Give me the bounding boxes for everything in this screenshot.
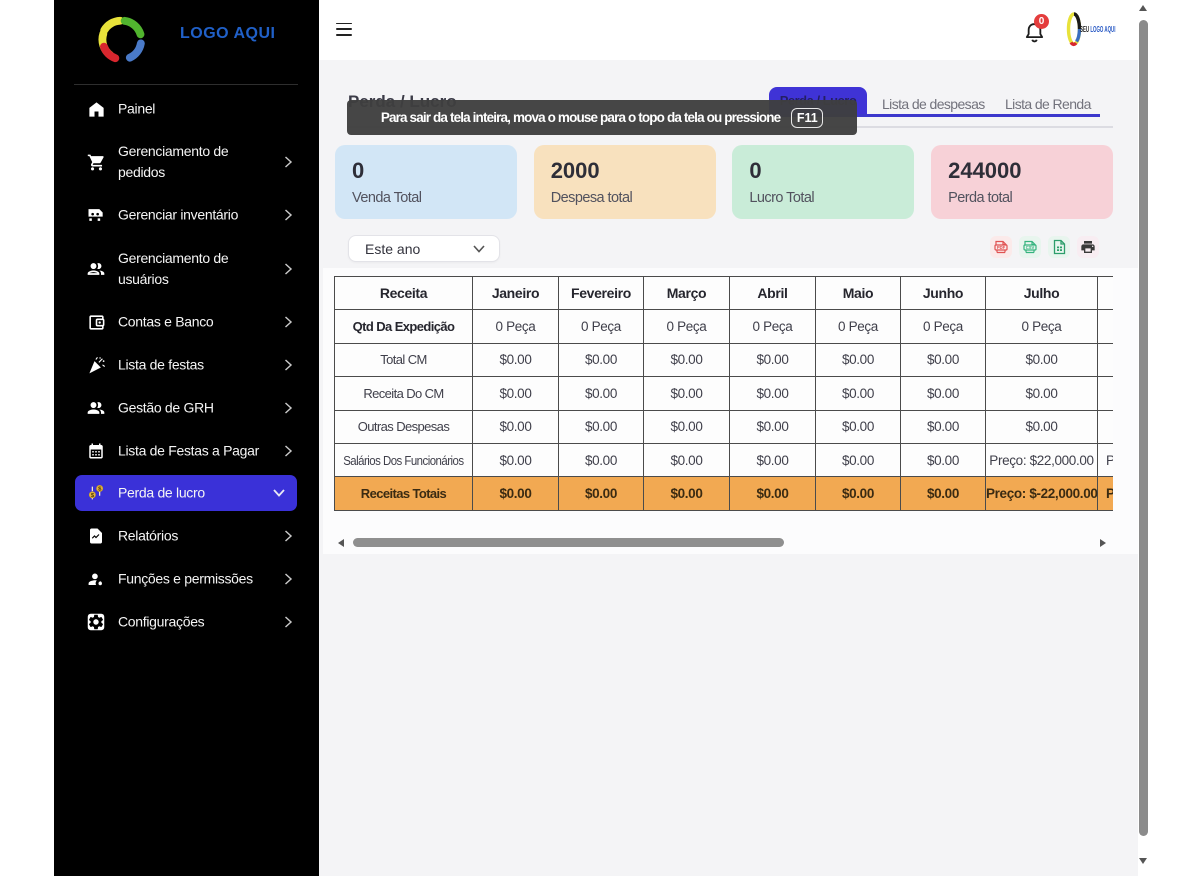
svg-text:PDF: PDF — [997, 245, 1006, 250]
svg-text:CSV: CSV — [1026, 245, 1035, 250]
